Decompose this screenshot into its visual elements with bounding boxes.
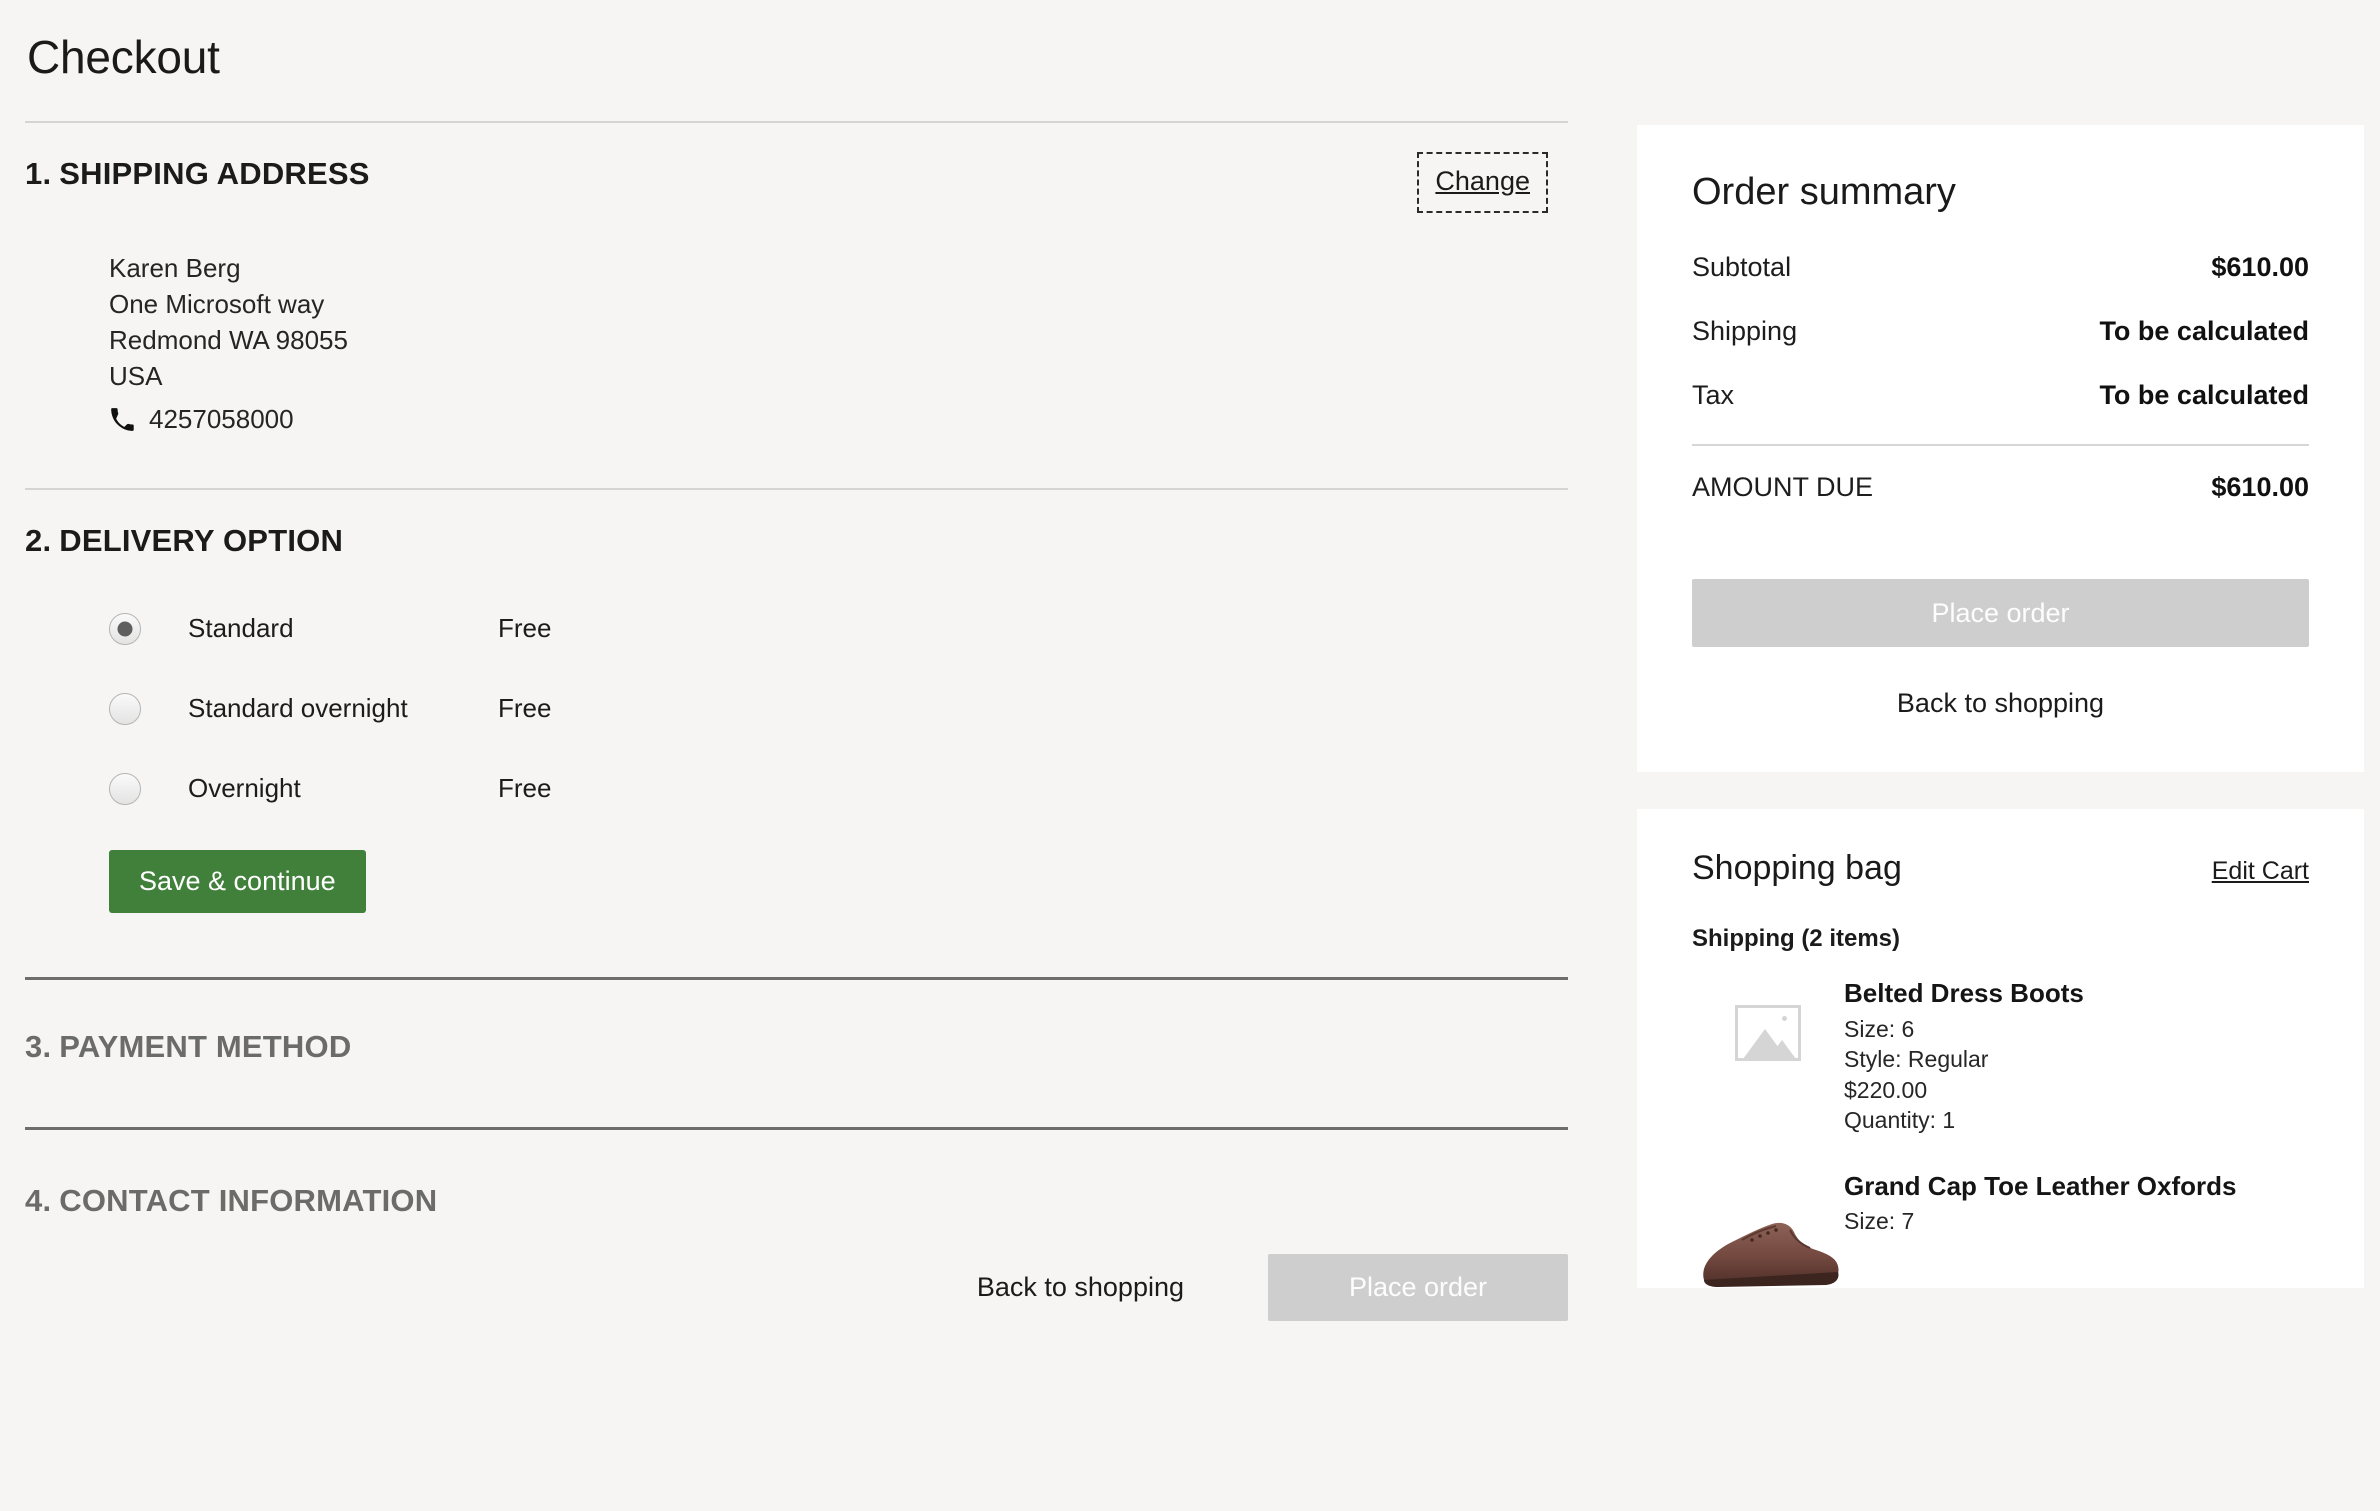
list-item[interactable]: Belted Dress Boots Size: 6 Style: Regula… [1692, 975, 2309, 1136]
order-summary-title: Order summary [1692, 171, 1956, 213]
contact-section-label: CONTACT INFORMATION [59, 1182, 438, 1218]
product-info: Grand Cap Toe Leather Oxfords Size: 7 [1844, 1168, 2309, 1237]
delivery-option-label: Overnight [188, 773, 301, 804]
order-summary-card: Order summary Subtotal $610.00 Shipping … [1637, 125, 2364, 772]
payment-section-number: 3. [25, 1028, 52, 1064]
address-country: USA [109, 360, 163, 391]
page-title: Checkout [27, 31, 220, 83]
checkout-sidebar: Order summary Subtotal $610.00 Shipping … [1637, 125, 2364, 1288]
product-name: Grand Cap Toe Leather Oxfords [1844, 1170, 2237, 1201]
radio-standard[interactable] [109, 612, 141, 645]
amount-due-label: AMOUNT DUE [1692, 472, 1874, 502]
product-size: Size: 6 [1844, 1015, 1915, 1042]
summary-divider [1692, 444, 2309, 446]
back-to-shopping-link[interactable]: Back to shopping [971, 1271, 1190, 1304]
summary-value: To be calculated [2099, 316, 2309, 346]
product-name: Belted Dress Boots [1844, 978, 2084, 1008]
summary-label: Tax [1692, 380, 1735, 410]
address-phone-number: 4257058000 [149, 403, 294, 434]
delivery-section-number: 2. [25, 522, 52, 558]
delivery-option-label: Standard [188, 613, 294, 644]
product-quantity: Quantity: 1 [1844, 1107, 1956, 1134]
address-name: Karen Berg [109, 253, 241, 284]
checkout-main-column: Checkout 1. SHIPPING ADDRESS Change Karen… [0, 0, 1600, 1321]
amount-due-value: $610.00 [2211, 472, 2309, 502]
radio-standard-overnight[interactable] [109, 692, 141, 725]
list-item[interactable]: Grand Cap Toe Leather Oxfords Size: 7 [1692, 1168, 2309, 1288]
section-delivery-option: 2. DELIVERY OPTION Standard Free Standard… [25, 490, 1568, 913]
shopping-bag-header: Shopping bag Edit Cart [1692, 849, 2309, 888]
summary-row-amount-due: AMOUNT DUE $610.00 [1692, 472, 2309, 503]
shipping-address-block: Karen Berg One Microsoft way Redmond WA … [109, 251, 1568, 437]
shopping-bag-title: Shopping bag [1692, 849, 1902, 887]
delivery-option-standard-overnight[interactable]: Standard overnight Free [25, 669, 1568, 749]
contact-section-title: 4. CONTACT INFORMATION [25, 1155, 1568, 1219]
delivery-option-overnight[interactable]: Overnight Free [25, 749, 1568, 829]
image-placeholder-icon [1735, 1005, 1801, 1061]
radio-overnight[interactable] [109, 772, 141, 805]
place-order-button[interactable]: Place order [1268, 1253, 1568, 1321]
summary-label: Subtotal [1692, 252, 1792, 282]
product-thumbnail [1692, 975, 1844, 1061]
checkout-page: Checkout 1. SHIPPING ADDRESS Change Karen… [0, 0, 2380, 1511]
delivery-section-header: 2. DELIVERY OPTION [25, 490, 1568, 559]
shipping-section-title: 1. SHIPPING ADDRESS [25, 156, 370, 192]
delivery-option-label: Standard overnight [188, 693, 408, 724]
product-thumbnail [1692, 1168, 1844, 1288]
product-price: $220.00 [1844, 1076, 1928, 1103]
shopping-bag-card: Shopping bag Edit Cart Shipping (2 items… [1637, 809, 2364, 1288]
shipping-section-label: SHIPPING ADDRESS [59, 156, 370, 192]
address-phone-row: 4257058000 [109, 402, 1568, 438]
image-placeholder-sun [1782, 1016, 1787, 1021]
change-address-label: Change [1435, 166, 1530, 197]
delivery-section-label: DELIVERY OPTION [59, 522, 344, 558]
delivery-option-price: Free [498, 693, 552, 724]
payment-section-title: 3. PAYMENT METHOD [25, 1029, 1568, 1065]
summary-row-shipping: Shipping To be calculated [1692, 316, 2309, 347]
section-contact-information: 4. CONTACT INFORMATION [25, 1130, 1568, 1219]
checkout-bottom-actions: Back to shopping Place order [25, 1253, 1568, 1321]
sidebar-back-to-shopping-link[interactable]: Back to shopping [1692, 687, 2309, 720]
delivery-option-standard[interactable]: Standard Free [25, 589, 1568, 669]
section-payment-method: 3. PAYMENT METHOD [25, 980, 1568, 1065]
sidebar-card-gap [1637, 772, 2364, 809]
edit-cart-link[interactable]: Edit Cart [2212, 857, 2309, 886]
sidebar-place-order-button[interactable]: Place order [1692, 579, 2309, 647]
summary-label: Shipping [1692, 316, 1798, 346]
summary-value: $610.00 [2211, 252, 2309, 282]
delivery-section-title: 2. DELIVERY OPTION [25, 523, 343, 559]
phone-icon [109, 407, 135, 433]
save-and-continue-button[interactable]: Save & continue [109, 849, 366, 913]
address-city-state-zip: Redmond WA 98055 [109, 324, 348, 355]
summary-row-subtotal: Subtotal $610.00 [1692, 252, 2309, 283]
payment-section-label: PAYMENT METHOD [59, 1028, 352, 1064]
shopping-bag-group-label: Shipping (2 items) [1692, 925, 1901, 952]
delivery-options-list: Standard Free Standard overnight Free Ov… [25, 589, 1568, 829]
summary-value: To be calculated [2099, 380, 2309, 410]
section-shipping-address: 1. SHIPPING ADDRESS Change Karen Berg One… [25, 123, 1568, 437]
delivery-option-price: Free [498, 773, 552, 804]
shipping-section-header: 1. SHIPPING ADDRESS Change [25, 123, 1568, 214]
leather-oxford-shoe-photo [1692, 1168, 1844, 1288]
product-size: Size: 7 [1844, 1208, 1915, 1235]
delivery-option-price: Free [498, 613, 552, 644]
address-street: One Microsoft way [109, 289, 325, 320]
contact-section-number: 4. [25, 1182, 52, 1218]
shipping-section-number: 1. [25, 156, 52, 192]
change-address-button[interactable]: Change [1417, 152, 1548, 214]
summary-row-tax: Tax To be calculated [1692, 380, 2309, 411]
product-info: Belted Dress Boots Size: 6 Style: Regula… [1844, 975, 2309, 1136]
product-style: Style: Regular [1844, 1046, 1989, 1073]
